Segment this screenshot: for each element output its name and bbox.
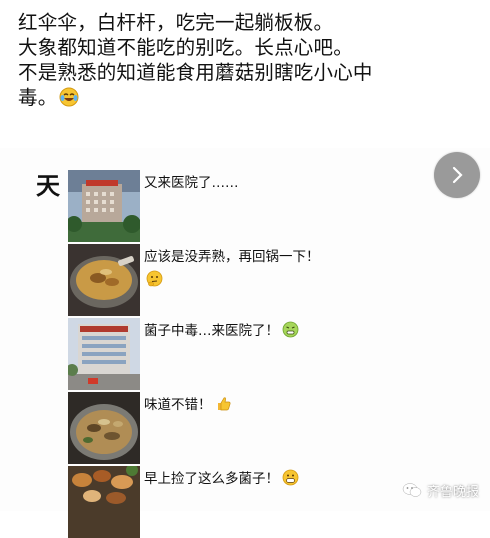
post-line: 大象都知道不能吃的别吃。长点心吧。	[18, 36, 353, 59]
feed-caption: 又来医院了……	[144, 175, 239, 191]
grinning-face-emoji-icon	[282, 469, 299, 486]
post-line: 毒。	[18, 86, 58, 109]
laughing-crying-emoji-icon	[59, 87, 79, 107]
feed-caption-row: 菌子中毒…来医院了！	[144, 320, 299, 342]
watermark: 齐鲁晚报	[402, 480, 479, 500]
feed-caption-row: 早上捡了这么多菌子！	[144, 468, 299, 490]
post-line: 不是熟悉的知道能食用蘑菇别瞎吃小心中	[18, 61, 373, 84]
cooked-mushroom-dish-photo	[68, 392, 140, 464]
feed-caption: 早上捡了这么多菌子！	[144, 471, 279, 487]
hospital-photo	[68, 170, 140, 242]
feed-item[interactable]: 菌子中毒…来医院了！	[68, 318, 368, 390]
wechat-icon	[402, 483, 422, 497]
side-glyph: 天	[36, 172, 60, 200]
mushroom-pot-photo	[68, 244, 140, 316]
feed-item[interactable]: 味道不错！	[68, 392, 368, 464]
thinking-face-emoji-icon	[146, 270, 163, 287]
post-text: 红伞伞，白杆杆，吃完一起躺板板。 大象都知道不能吃的别吃。长点心吧。 不是熟悉的…	[18, 10, 480, 110]
hospital-building-photo	[68, 318, 140, 390]
thumbs-up-emoji-icon	[217, 397, 230, 411]
feed-caption: 味道不错！	[144, 397, 212, 413]
feed-caption: 菌子中毒…来医院了！	[144, 323, 279, 339]
next-button[interactable]	[434, 152, 480, 198]
sick-face-emoji-icon	[282, 321, 299, 338]
feed-item[interactable]: 早上捡了这么多菌子！	[68, 466, 368, 538]
post-line-last: 毒。	[18, 85, 480, 110]
watermark-text: 齐鲁晚报	[427, 484, 480, 500]
post-line: 红伞伞，白杆杆，吃完一起躺板板。	[18, 11, 334, 34]
feed-caption: 应该是没弄熟，再回锅一下！	[144, 249, 320, 265]
feed-caption-row: 味道不错！	[144, 394, 232, 416]
feed-item[interactable]: 应该是没弄熟，再回锅一下！	[68, 244, 368, 316]
chevron-right-icon	[452, 166, 463, 184]
feed-item[interactable]: 又来医院了……	[68, 170, 368, 242]
picked-mushrooms-photo	[68, 466, 140, 538]
